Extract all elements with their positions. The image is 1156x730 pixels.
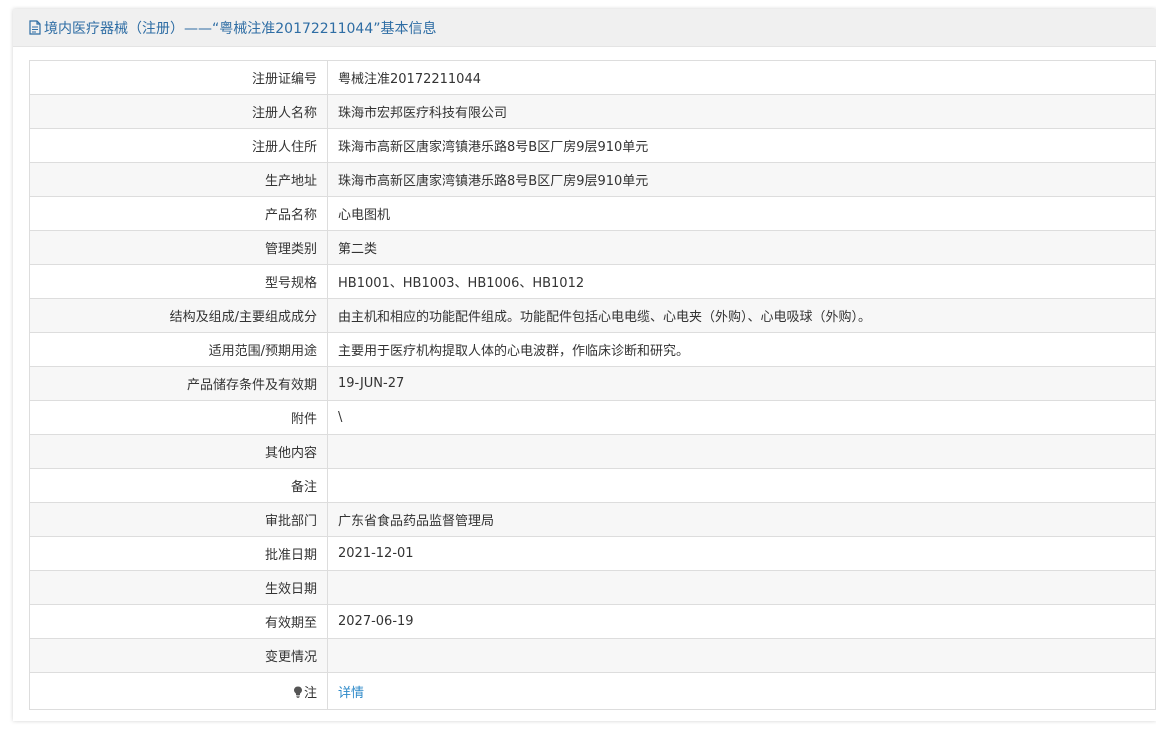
note-label-cell: 注 bbox=[29, 672, 328, 710]
note-row: 注 详情 bbox=[29, 672, 1156, 710]
row-value: 广东省食品药品监督管理局 bbox=[327, 502, 1156, 537]
row-label: 型号规格 bbox=[29, 264, 328, 299]
row-value: 2027-06-19 bbox=[327, 604, 1156, 639]
table-row: 适用范围/预期用途 主要用于医疗机构提取人体的心电波群，作临床诊断和研究。 bbox=[29, 332, 1156, 367]
table-row: 批准日期 2021-12-01 bbox=[29, 536, 1156, 571]
row-label: 注册人名称 bbox=[29, 94, 328, 129]
table-row: 备注 bbox=[29, 468, 1156, 503]
row-value: HB1001、HB1003、HB1006、HB1012 bbox=[327, 264, 1156, 299]
row-value: 19-JUN-27 bbox=[327, 366, 1156, 401]
lightbulb-icon bbox=[293, 686, 303, 698]
table-row: 生产地址 珠海市高新区唐家湾镇港乐路8号B区厂房9层910单元 bbox=[29, 162, 1156, 197]
info-table: 注册证编号 粤械注准20172211044 注册人名称 珠海市宏邦医疗科技有限公司 … bbox=[29, 60, 1156, 710]
note-label: 注 bbox=[303, 685, 317, 701]
row-value: 粤械注准20172211044 bbox=[327, 60, 1156, 95]
table-row: 结构及组成/主要组成成分 由主机和相应的功能配件组成。功能配件包括心电电缆、心电夹… bbox=[29, 298, 1156, 333]
info-table-wrap: 注册证编号 粤械注准20172211044 注册人名称 珠海市宏邦医疗科技有限公司 … bbox=[29, 60, 1156, 710]
row-label: 审批部门 bbox=[29, 502, 328, 537]
table-row: 注册人住所 珠海市高新区唐家湾镇港乐路8号B区厂房9层910单元 bbox=[29, 128, 1156, 163]
row-label: 批准日期 bbox=[29, 536, 328, 571]
table-row: 附件 \ bbox=[29, 400, 1156, 435]
row-value bbox=[327, 638, 1156, 673]
row-value: \ bbox=[327, 400, 1156, 435]
row-value: 第二类 bbox=[327, 230, 1156, 265]
row-label: 生效日期 bbox=[29, 570, 328, 605]
row-value bbox=[327, 570, 1156, 605]
row-label: 注册人住所 bbox=[29, 128, 328, 163]
row-label: 管理类别 bbox=[29, 230, 328, 265]
panel-header: 境内医疗器械（注册）——“粤械注准20172211044”基本信息 bbox=[13, 9, 1156, 47]
table-row: 产品储存条件及有效期 19-JUN-27 bbox=[29, 366, 1156, 401]
table-row: 注册证编号 粤械注准20172211044 bbox=[29, 60, 1156, 95]
table-row: 有效期至 2027-06-19 bbox=[29, 604, 1156, 639]
table-row: 型号规格 HB1001、HB1003、HB1006、HB1012 bbox=[29, 264, 1156, 299]
row-value: 2021-12-01 bbox=[327, 536, 1156, 571]
document-icon bbox=[29, 20, 41, 35]
row-value: 主要用于医疗机构提取人体的心电波群，作临床诊断和研究。 bbox=[327, 332, 1156, 367]
row-value bbox=[327, 468, 1156, 503]
row-label: 有效期至 bbox=[29, 604, 328, 639]
row-label: 生产地址 bbox=[29, 162, 328, 197]
row-label: 结构及组成/主要组成成分 bbox=[29, 298, 328, 333]
table-row: 生效日期 bbox=[29, 570, 1156, 605]
table-row: 其他内容 bbox=[29, 434, 1156, 469]
row-label: 产品储存条件及有效期 bbox=[29, 366, 328, 401]
row-label: 附件 bbox=[29, 400, 328, 435]
table-row: 管理类别 第二类 bbox=[29, 230, 1156, 265]
row-value: 珠海市高新区唐家湾镇港乐路8号B区厂房9层910单元 bbox=[327, 128, 1156, 163]
table-row: 审批部门 广东省食品药品监督管理局 bbox=[29, 502, 1156, 537]
row-value: 珠海市高新区唐家湾镇港乐路8号B区厂房9层910单元 bbox=[327, 162, 1156, 197]
table-row: 注册人名称 珠海市宏邦医疗科技有限公司 bbox=[29, 94, 1156, 129]
row-label: 变更情况 bbox=[29, 638, 328, 673]
row-label: 适用范围/预期用途 bbox=[29, 332, 328, 367]
row-value bbox=[327, 434, 1156, 469]
note-value-cell: 详情 bbox=[327, 672, 1156, 710]
table-row: 变更情况 bbox=[29, 638, 1156, 673]
table-row: 产品名称 心电图机 bbox=[29, 196, 1156, 231]
row-label: 注册证编号 bbox=[29, 60, 328, 95]
details-link[interactable]: 详情 bbox=[338, 686, 364, 701]
row-value: 心电图机 bbox=[327, 196, 1156, 231]
row-label: 备注 bbox=[29, 468, 328, 503]
row-label: 产品名称 bbox=[29, 196, 328, 231]
row-label: 其他内容 bbox=[29, 434, 328, 469]
info-panel: 境内医疗器械（注册）——“粤械注准20172211044”基本信息 注册证编号粤… bbox=[13, 9, 1156, 721]
row-value: 由主机和相应的功能配件组成。功能配件包括心电电缆、心电夹（外购）、心电吸球（外购… bbox=[327, 298, 1156, 333]
page-title: 境内医疗器械（注册）——“粤械注准20172211044”基本信息 bbox=[44, 20, 437, 37]
row-value: 珠海市宏邦医疗科技有限公司 bbox=[327, 94, 1156, 129]
